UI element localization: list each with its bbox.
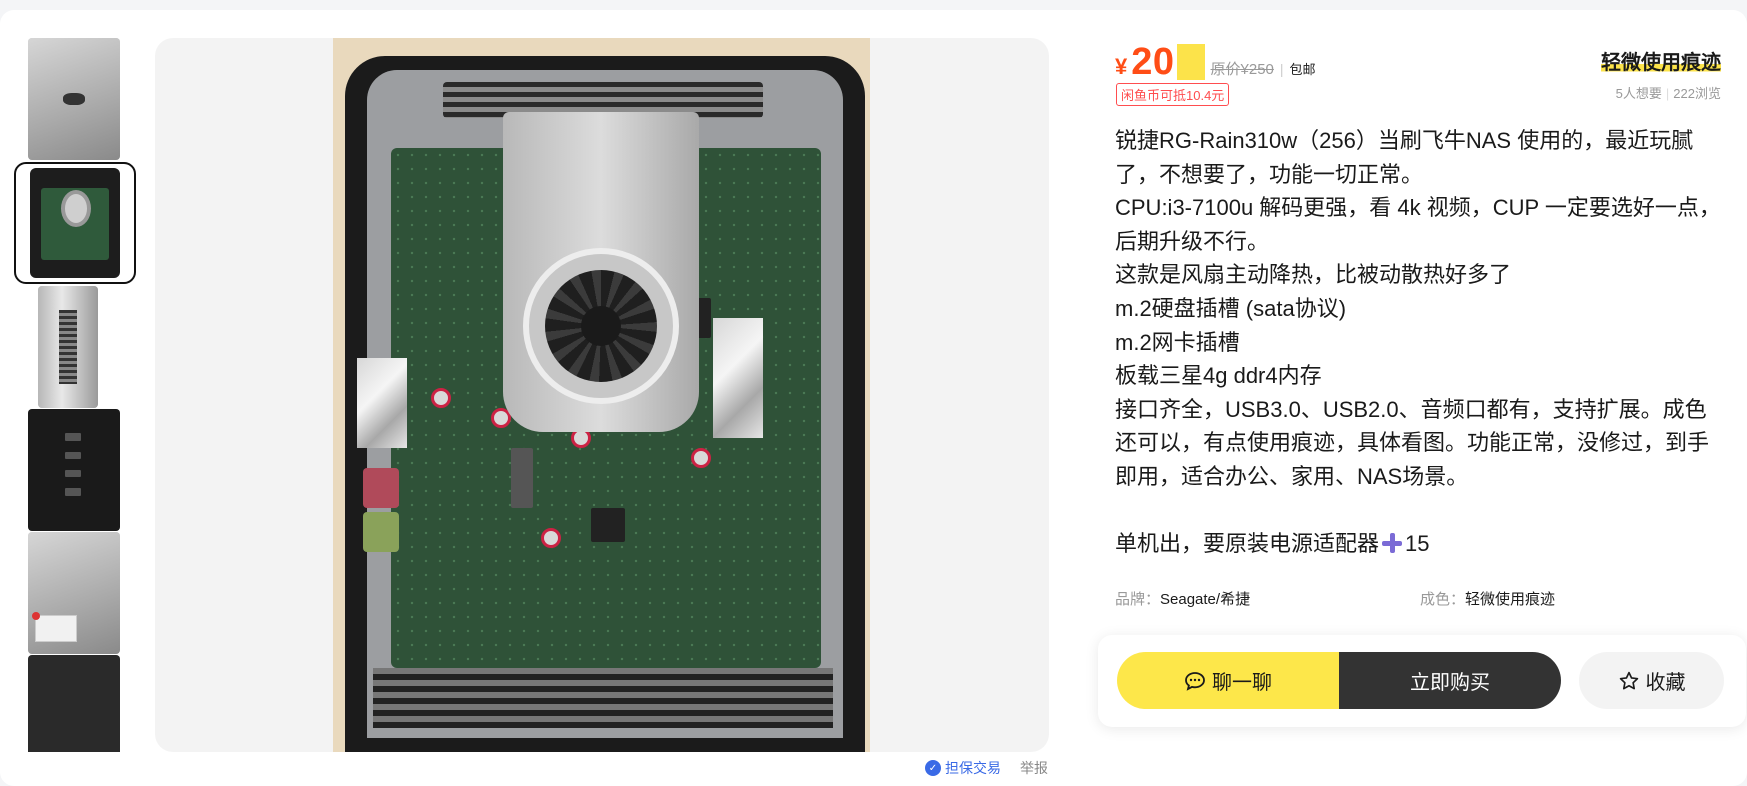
price-value: 20 [1131,41,1175,83]
description-line: 这款是风扇主动降热，比被动散热好多了 [1115,262,1512,288]
thumbnail-device-label[interactable] [28,532,120,654]
thumbnail-device-back[interactable] [28,409,120,531]
thumbnail-device-partial[interactable] [28,655,120,752]
shield-icon: ✓ [925,760,941,776]
thumbnail-device-board[interactable] [14,162,136,284]
chat-button[interactable]: 聊一聊 [1117,652,1339,709]
buy-now-button[interactable]: 立即购买 [1339,652,1561,709]
device-board-image [30,168,120,278]
guarantee-label: 担保交易 [945,760,1001,776]
action-bar: 聊一聊 立即购买 收藏 [1098,635,1746,727]
price-separator: | [1279,61,1284,77]
chat-bubble-icon [1184,671,1206,691]
wants-count: 5人想要 [1615,86,1662,101]
coin-offset-tag: 闲鱼币可抵10.4元 [1116,83,1230,106]
description-extra-prefix: 单机出，要原装电源适配器 [1115,531,1380,557]
thumbnail-strip[interactable] [14,38,136,752]
thumbnail-device-side[interactable] [38,286,98,408]
description-line: CPU:i3-7100u 解码更强，看 4k 视频，CUP 一定要选好一点，后期… [1115,195,1721,254]
star-icon [1618,670,1640,692]
chat-button-label: 聊一聊 [1212,672,1272,694]
device-label-image [28,532,120,654]
description-line: m.2硬盘插槽 (sata协议) [1115,295,1347,321]
device-top-image [28,38,120,160]
product-description: 锐捷RG-Rain310w（256）当刷飞牛NAS 使用的，最近玩腻了，不想要了… [1115,124,1725,561]
product-card: ✓ 担保交易 举报 ¥ 20 原价¥250 | 包邮 闲鱼币可抵10.4元 轻微… [0,10,1747,786]
description-extra-suffix: 15 [1405,531,1430,557]
device-back-image [28,409,120,531]
condition-label: 轻微使用痕迹 [1601,46,1721,75]
product-attributes: 品牌：Seagate/希捷 成色：轻微使用痕迹 [1115,588,1725,609]
device-open-photo [333,38,870,752]
attribute-value: 轻微使用痕迹 [1465,591,1556,608]
guarantee-link[interactable]: ✓ 担保交易 [925,758,1001,778]
attribute-key: 成色： [1420,591,1466,608]
description-extra-line: 单机出，要原装电源适配器 15 [1115,527,1725,561]
views-count: 222浏览 [1673,86,1721,101]
description-line: 板载三星4g ddr4内存 [1115,363,1322,389]
attribute-condition: 成色：轻微使用痕迹 [1420,588,1725,609]
description-line: 接口齐全，USB3.0、USB2.0、音频口都有，支持扩展。成色还可以，有点使用… [1115,396,1710,489]
description-line: m.2网卡插槽 [1115,329,1240,355]
plus-icon [1381,532,1403,554]
price-redaction [1176,44,1205,80]
shipping-label: 包邮 [1289,62,1316,77]
currency-symbol: ¥ [1115,54,1128,79]
main-product-image[interactable] [155,38,1049,752]
listing-stats: 5人想要 | 222浏览 [1615,86,1721,101]
original-price: 原价¥250 [1210,61,1274,78]
device-side-image [38,286,98,408]
report-link[interactable]: 举报 [1020,758,1048,778]
thumbnail-device-top[interactable] [28,38,120,160]
attribute-brand: 品牌：Seagate/希捷 [1115,588,1420,609]
favorite-button-label: 收藏 [1645,672,1686,694]
attribute-key: 品牌： [1115,591,1161,608]
description-line: 锐捷RG-Rain310w（256）当刷飞牛NAS 使用的，最近玩腻了，不想要了… [1115,128,1694,187]
price-row: ¥ 20 原价¥250 | 包邮 [1115,38,1316,84]
attribute-value: Seagate/希捷 [1160,591,1251,608]
device-partial-image [28,655,120,752]
favorite-button[interactable]: 收藏 [1579,652,1724,709]
